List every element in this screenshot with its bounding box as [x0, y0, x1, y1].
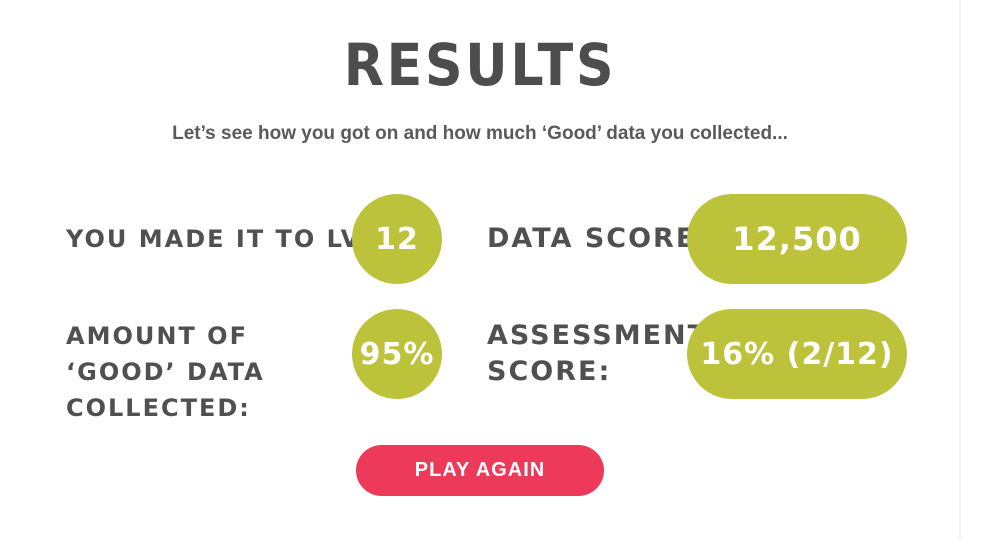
- play-again-button[interactable]: PLAY AGAIN: [356, 445, 604, 496]
- results-subtitle: Let’s see how you got on and how much ‘G…: [172, 123, 788, 144]
- data-score-value-badge: 12,500: [687, 194, 907, 284]
- data-score-label: DATA SCORE:: [487, 223, 710, 254]
- page-edge-divider: [959, 0, 961, 540]
- level-label: YOU MADE IT TO LVL:: [66, 225, 391, 253]
- results-title: RESULTS: [343, 31, 617, 99]
- good-data-value-badge: 95%: [352, 309, 442, 399]
- good-data-label: AMOUNT OF ‘GOOD’ DATA COLLECTED:: [66, 322, 265, 422]
- level-value-badge: 12: [352, 194, 442, 284]
- assessment-score-label: ASSESSMENT SCORE:: [487, 320, 709, 387]
- assessment-score-value-badge: 16% (2/12): [687, 309, 907, 399]
